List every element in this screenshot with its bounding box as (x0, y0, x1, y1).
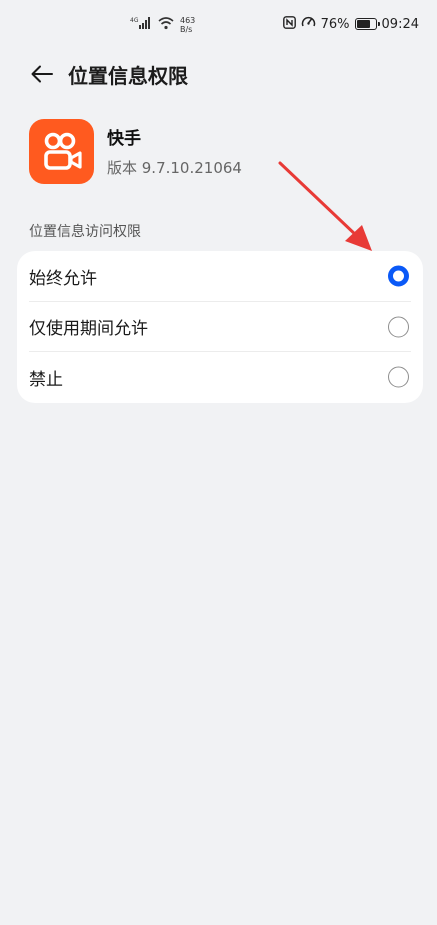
kuaishou-app-icon (29, 118, 94, 184)
app-version: 版本 9.7.10.21064 (107, 159, 242, 177)
back-button[interactable] (22, 54, 62, 94)
radio-button[interactable] (388, 265, 409, 287)
option-label: 仅使用期间允许 (29, 319, 148, 340)
wifi-icon (158, 16, 174, 34)
network-speed-unit: B/s (180, 25, 193, 34)
battery-icon (354, 18, 380, 30)
option-deny[interactable]: 禁止 (17, 352, 423, 403)
permission-options-card: 始终允许 仅使用期间允许 禁止 (17, 251, 423, 403)
app-name: 快手 (107, 129, 141, 149)
clock: 09:24 (381, 16, 419, 32)
battery-level (356, 20, 371, 28)
page-title: 位置信息权限 (68, 63, 188, 88)
network-speed: 463 B/s (180, 16, 195, 34)
app-info: 快手 版本 9.7.10.21064 (29, 118, 242, 184)
app-bar: 位置信息权限 (0, 50, 437, 98)
radio-button[interactable] (388, 316, 409, 338)
app-text: 快手 版本 9.7.10.21064 (107, 124, 242, 178)
option-label: 禁止 (29, 369, 63, 390)
speedometer-icon (301, 15, 316, 33)
location-permission-page: 4G 463 B/s 76% 09:24 位置信息权限 快手 版本 9.7.10… (0, 0, 437, 925)
signal-label: 4G (130, 17, 139, 24)
annotation-arrow-icon (278, 161, 372, 251)
option-allow-while-in-use[interactable]: 仅使用期间允许 (17, 302, 423, 352)
nfc-icon (282, 15, 296, 33)
battery-percent: 76% (320, 16, 350, 32)
network-status: 4G 463 B/s (130, 13, 195, 37)
system-status: 76% 09:24 (282, 14, 419, 34)
network-speed-value: 463 (180, 16, 196, 25)
cellular-signal-icon: 4G (130, 16, 152, 34)
status-bar: 4G 463 B/s 76% 09:24 (0, 0, 437, 48)
section-label: 位置信息访问权限 (29, 224, 141, 240)
back-arrow-icon (31, 65, 53, 83)
radio-button[interactable] (388, 366, 409, 388)
option-label: 始终允许 (29, 268, 97, 289)
